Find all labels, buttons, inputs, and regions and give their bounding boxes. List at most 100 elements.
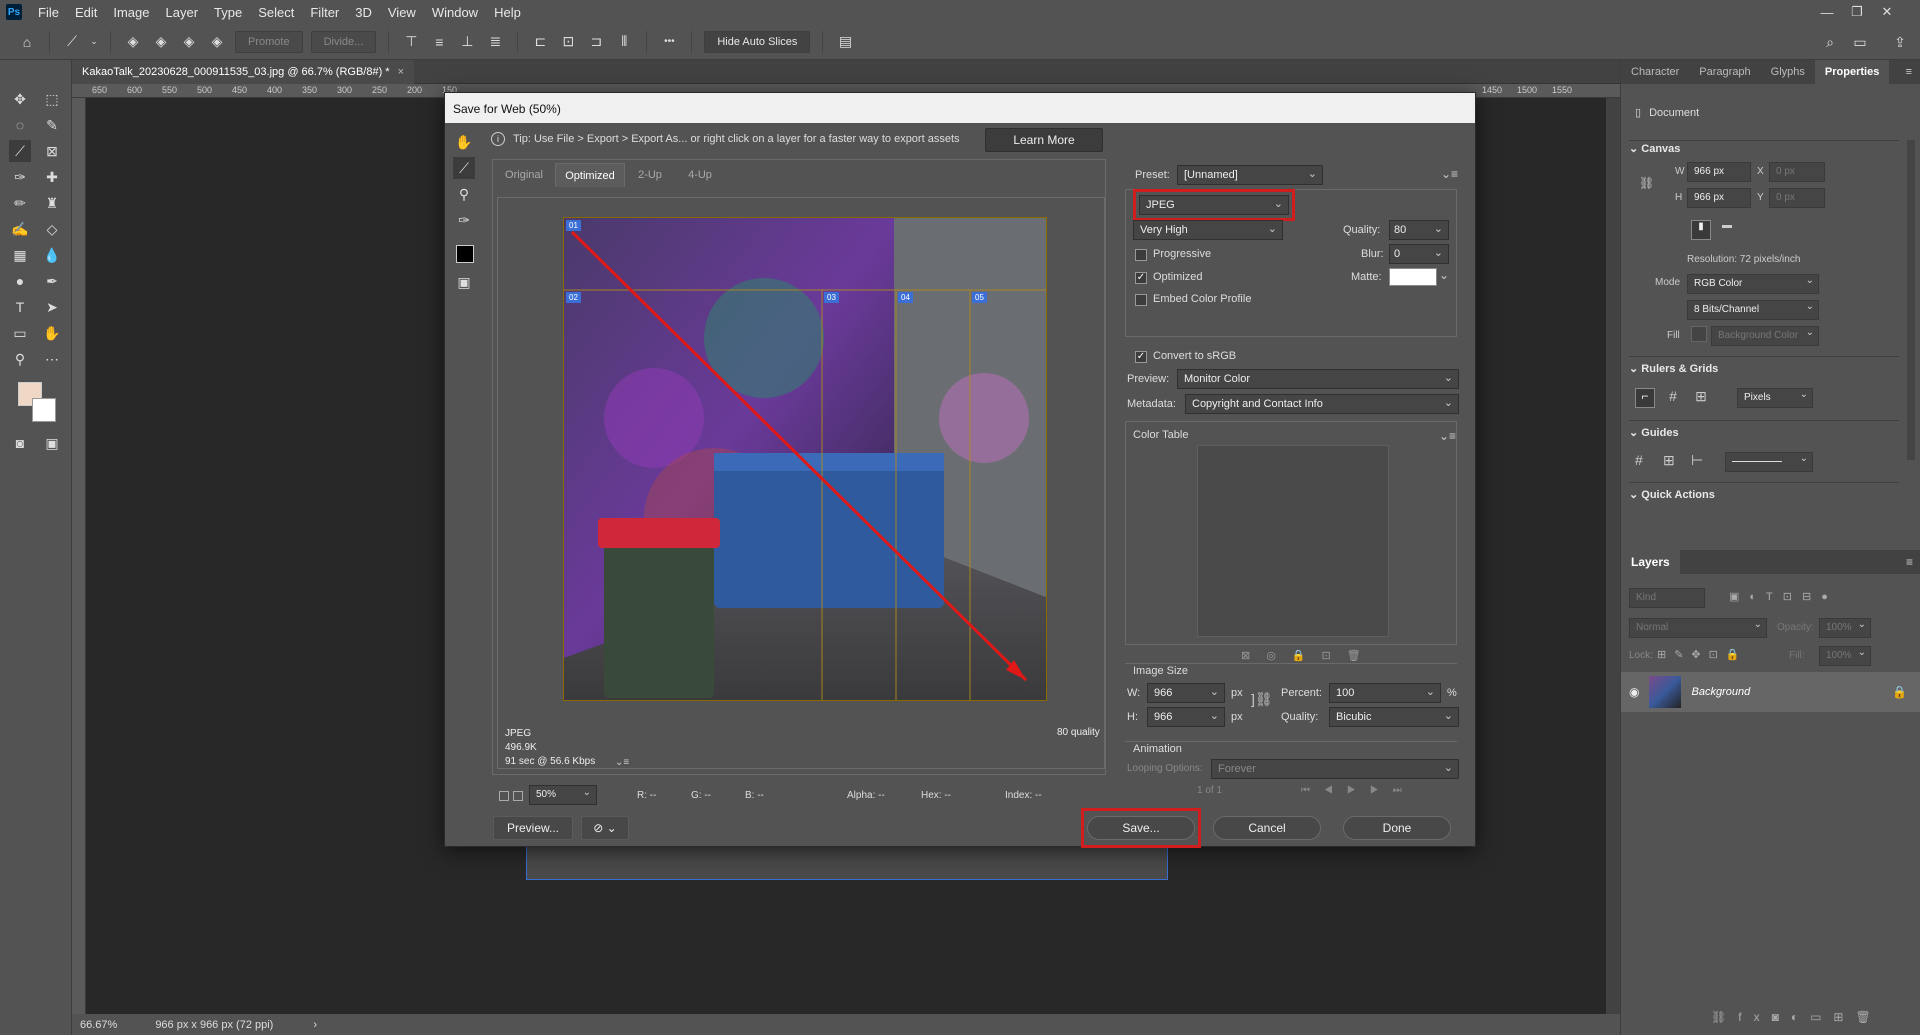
blur-tool-icon[interactable]: 💧: [41, 244, 63, 266]
layers-footer-icons[interactable]: ⛓fx◙◐▭⊞🗑: [1711, 1010, 1883, 1024]
tab-original[interactable]: Original: [495, 163, 553, 187]
divide-button[interactable]: Divide...: [310, 30, 377, 53]
align-bottom-icon[interactable]: ⊥: [456, 31, 478, 53]
guide-layout-icon[interactable]: ⊢: [1691, 452, 1703, 469]
color-table-grid[interactable]: [1197, 445, 1389, 637]
canvas-y-field[interactable]: 0 px: [1769, 188, 1825, 208]
status-arrow-icon[interactable]: ›: [313, 1019, 317, 1031]
lasso-tool-icon[interactable]: ◌: [9, 114, 31, 136]
align-vcenter-icon[interactable]: ≡: [428, 31, 450, 53]
align-left-icon[interactable]: ⊏: [529, 31, 551, 53]
guides-toggle-icon[interactable]: #: [1635, 452, 1643, 468]
vertical-scrollbar[interactable]: [1606, 98, 1620, 1020]
cancel-button[interactable]: Cancel: [1213, 816, 1321, 840]
send-backward-icon[interactable]: ◈: [178, 31, 200, 53]
toggle-slices-icon[interactable]: ▣: [453, 271, 475, 293]
optimize-menu-icon[interactable]: ⌄≡: [1441, 167, 1458, 181]
tab-properties[interactable]: Properties: [1814, 60, 1890, 84]
bring-forward-icon[interactable]: ◈: [150, 31, 172, 53]
stamp-tool-icon[interactable]: ♜: [41, 192, 63, 214]
align-right-icon[interactable]: ⊐: [585, 31, 607, 53]
eraser-tool-icon[interactable]: ◇: [41, 218, 63, 240]
gradient-tool-icon[interactable]: ▦: [9, 244, 31, 266]
new-guide-icon[interactable]: ⊞: [1663, 452, 1675, 469]
opacity-field[interactable]: 100%: [1819, 618, 1871, 638]
type-tool-icon[interactable]: T: [9, 296, 31, 318]
tab-2-up[interactable]: 2-Up: [627, 163, 673, 187]
tab-4-up[interactable]: 4-Up: [677, 163, 723, 187]
align-hcenter-icon[interactable]: ⊡: [557, 31, 579, 53]
constrain-link-icon[interactable]: ]⛓: [1251, 691, 1273, 708]
ruler-toggle-icon[interactable]: ⌐: [1635, 388, 1655, 408]
menu-3d[interactable]: 3D: [347, 5, 380, 20]
preset-select[interactable]: [Unnamed]: [1177, 165, 1323, 185]
hand-tool-icon[interactable]: ✋: [41, 322, 63, 344]
looping-select[interactable]: Forever: [1211, 759, 1459, 779]
hide-auto-slices-button[interactable]: Hide Auto Slices: [704, 30, 811, 53]
dodge-tool-icon[interactable]: ●: [9, 270, 31, 292]
zoom-level-select[interactable]: 50%: [529, 785, 597, 805]
align-top-icon[interactable]: ⊤: [400, 31, 422, 53]
link-icon[interactable]: ⛓: [1639, 176, 1654, 190]
fill-select[interactable]: Background Color: [1711, 326, 1819, 346]
color-table-tool-icons[interactable]: ⊠◎🔒⊡🗑: [1241, 649, 1377, 662]
menu-layer[interactable]: Layer: [158, 5, 207, 20]
search-icon[interactable]: ⌕: [1819, 31, 1841, 53]
menu-filter[interactable]: Filter: [302, 5, 347, 20]
workspace-icon[interactable]: ▭: [1849, 31, 1871, 53]
slice-badge[interactable]: 02: [566, 292, 581, 303]
landscape-orientation-icon[interactable]: ▬: [1717, 220, 1737, 240]
home-icon[interactable]: ⌂: [16, 31, 38, 53]
tab-optimized[interactable]: Optimized: [555, 163, 625, 187]
layer-kind-filter[interactable]: Kind: [1629, 588, 1705, 608]
promote-button[interactable]: Promote: [235, 30, 303, 53]
graffiti-alley-image[interactable]: 01 02 03 04 05: [563, 217, 1047, 701]
menu-type[interactable]: Type: [206, 5, 250, 20]
blur-field[interactable]: 0: [1389, 244, 1449, 264]
hand-tool-icon[interactable]: ✋: [453, 131, 475, 153]
guides-title[interactable]: ⌄ Guides: [1629, 426, 1679, 439]
optimized-checkbox[interactable]: ✓: [1135, 272, 1147, 284]
tab-character[interactable]: Character: [1621, 60, 1689, 84]
matte-color-swatch[interactable]: [1389, 268, 1437, 286]
layer-filter-icons[interactable]: ▣◐T⊡⊟●: [1729, 590, 1838, 603]
slice-badge[interactable]: 03: [824, 292, 839, 303]
canvas-height-field[interactable]: 966 px: [1687, 188, 1751, 208]
path-select-icon[interactable]: ➤: [41, 296, 63, 318]
done-button[interactable]: Done: [1343, 816, 1451, 840]
background-color-swatch[interactable]: [32, 398, 56, 422]
canvas-section-title[interactable]: ⌄ Canvas: [1629, 142, 1680, 155]
properties-scrollbar[interactable]: [1907, 140, 1915, 460]
save-button[interactable]: Save...: [1087, 816, 1195, 840]
zoom-icon[interactable]: ⚲: [453, 183, 475, 205]
menu-select[interactable]: Select: [250, 5, 302, 20]
lock-icons[interactable]: ⊞✎✥⊡🔒: [1657, 648, 1748, 661]
browser-select-button[interactable]: ⊘ ⌄: [581, 816, 629, 840]
quick-actions-title[interactable]: ⌄ Quick Actions: [1629, 488, 1715, 501]
image-height-field[interactable]: 966: [1147, 707, 1225, 727]
canvas-width-field[interactable]: 966 px: [1687, 162, 1751, 182]
distribute-h-icon[interactable]: ⫴: [613, 31, 635, 53]
eyedropper-icon[interactable]: ✑: [453, 209, 475, 231]
minimize-button[interactable]: —: [1812, 0, 1842, 24]
document-tab[interactable]: KakaoTalk_20230628_000911535_03.jpg @ 66…: [72, 60, 415, 84]
tab-layers[interactable]: Layers: [1621, 550, 1680, 574]
blend-mode-select[interactable]: Normal: [1629, 618, 1767, 638]
screen-mode-icon[interactable]: ▣: [41, 432, 63, 454]
slice-badge[interactable]: 05: [972, 292, 987, 303]
canvas-x-field[interactable]: 0 px: [1769, 162, 1825, 182]
more-options-icon[interactable]: •••: [658, 31, 680, 53]
send-to-back-icon[interactable]: ◈: [206, 31, 228, 53]
zoom-out-icon[interactable]: [499, 791, 509, 801]
panel-menu-icon[interactable]: ≡: [1906, 66, 1912, 78]
grid-toggle-icon[interactable]: #: [1663, 388, 1683, 408]
menu-image[interactable]: Image: [105, 5, 157, 20]
layers-menu-icon[interactable]: ≡: [1906, 555, 1913, 569]
chevron-down-icon[interactable]: ⌄: [89, 31, 99, 53]
pixel-grid-icon[interactable]: ⊞: [1691, 388, 1711, 408]
slice-options-icon[interactable]: ▤: [834, 31, 856, 53]
move-tool-icon[interactable]: ✥: [9, 88, 31, 110]
progressive-checkbox[interactable]: [1135, 249, 1147, 261]
rectangle-tool-icon[interactable]: ▭: [9, 322, 31, 344]
quick-mask-icon[interactable]: ◙: [9, 432, 31, 454]
